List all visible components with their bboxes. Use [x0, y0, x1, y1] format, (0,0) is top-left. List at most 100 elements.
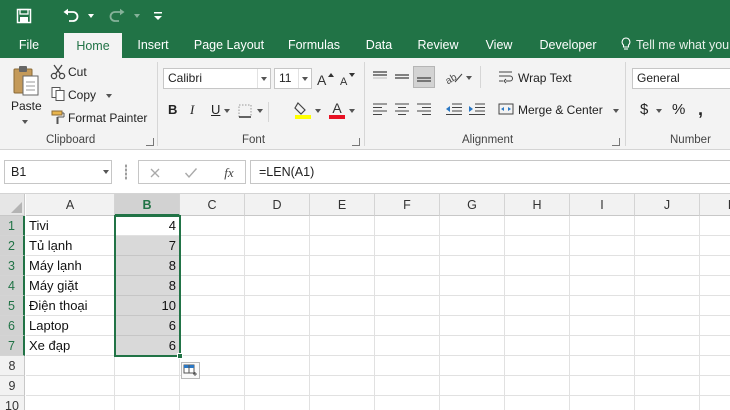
underline-button[interactable]: U — [211, 102, 220, 117]
cell-c1[interactable] — [180, 216, 245, 236]
cell-i5[interactable] — [570, 296, 635, 316]
cell-a2[interactable]: Tủ lạnh — [26, 236, 115, 256]
cell-d7[interactable] — [245, 336, 310, 356]
cell-g6[interactable] — [440, 316, 505, 336]
fill-color-button[interactable] — [293, 100, 313, 120]
cell-d4[interactable] — [245, 276, 310, 296]
paste-button[interactable] — [8, 62, 44, 98]
align-right-button[interactable] — [415, 100, 433, 118]
bold-button[interactable]: B — [168, 102, 177, 117]
cell-e1[interactable] — [310, 216, 375, 236]
cell-b4[interactable]: 8 — [115, 276, 180, 296]
cell-f7[interactable] — [375, 336, 440, 356]
cell-f8[interactable] — [375, 356, 440, 376]
cell-e10[interactable] — [310, 396, 375, 410]
chevron-down-icon[interactable] — [257, 109, 263, 113]
wrap-text-button[interactable]: Wrap Text — [518, 71, 572, 85]
cell-c2[interactable] — [180, 236, 245, 256]
cell-e7[interactable] — [310, 336, 375, 356]
cell-b7[interactable]: 6 — [115, 336, 180, 356]
cell-g9[interactable] — [440, 376, 505, 396]
cell-j2[interactable] — [635, 236, 700, 256]
cell-i8[interactable] — [570, 356, 635, 376]
cell-d5[interactable] — [245, 296, 310, 316]
cell-c4[interactable] — [180, 276, 245, 296]
cell-i3[interactable] — [570, 256, 635, 276]
cell-j1[interactable] — [635, 216, 700, 236]
cell-f10[interactable] — [375, 396, 440, 410]
tab-data[interactable]: Data — [356, 32, 402, 58]
cell-g8[interactable] — [440, 356, 505, 376]
fill-handle[interactable] — [177, 353, 183, 359]
cell-b6[interactable]: 6 — [115, 316, 180, 336]
tab-insert[interactable]: Insert — [128, 32, 178, 58]
row-header[interactable]: 3 — [0, 256, 25, 276]
font-size-select[interactable]: 11 — [274, 68, 312, 89]
cell-k4[interactable] — [700, 276, 730, 296]
cell-h7[interactable] — [505, 336, 570, 356]
chevron-down-icon[interactable] — [22, 120, 28, 124]
cell-i7[interactable] — [570, 336, 635, 356]
cell-b5[interactable]: 10 — [115, 296, 180, 316]
cell-k3[interactable] — [700, 256, 730, 276]
tab-developer[interactable]: Developer — [530, 32, 606, 58]
clipboard-launcher-icon[interactable] — [146, 138, 154, 146]
cell-h6[interactable] — [505, 316, 570, 336]
insert-function-button[interactable]: fx — [219, 164, 239, 182]
cell-j7[interactable] — [635, 336, 700, 356]
column-header-f[interactable]: F — [375, 194, 440, 216]
row-header[interactable]: 6 — [0, 316, 25, 336]
cell-c6[interactable] — [180, 316, 245, 336]
name-box[interactable]: B1 — [4, 160, 112, 184]
cell-c7[interactable] — [180, 336, 245, 356]
select-all-corner[interactable] — [0, 194, 25, 216]
decrease-indent-button[interactable] — [444, 100, 464, 118]
redo-button[interactable] — [104, 4, 130, 28]
cell-h4[interactable] — [505, 276, 570, 296]
cell-g10[interactable] — [440, 396, 505, 410]
cell-j3[interactable] — [635, 256, 700, 276]
tab-file[interactable]: File — [8, 32, 50, 58]
row-header[interactable]: 9 — [0, 376, 25, 396]
percent-button[interactable]: % — [672, 101, 685, 118]
row-header[interactable]: 10 — [0, 396, 25, 410]
currency-button[interactable]: $ — [640, 101, 648, 118]
cell-g2[interactable] — [440, 236, 505, 256]
top-align-button[interactable] — [371, 68, 389, 86]
cell-a6[interactable]: Laptop — [26, 316, 115, 336]
cell-h5[interactable] — [505, 296, 570, 316]
cell-b8[interactable] — [115, 356, 180, 376]
cell-e4[interactable] — [310, 276, 375, 296]
cell-h1[interactable] — [505, 216, 570, 236]
undo-dropdown[interactable] — [86, 4, 96, 28]
cancel-button[interactable] — [147, 165, 163, 181]
cell-b2[interactable]: 7 — [115, 236, 180, 256]
copy-icon[interactable] — [50, 86, 66, 102]
save-button[interactable] — [12, 4, 36, 28]
cell-a1[interactable]: Tivi — [26, 216, 115, 236]
cell-i10[interactable] — [570, 396, 635, 410]
cell-k9[interactable] — [700, 376, 730, 396]
column-header-j[interactable]: J — [635, 194, 700, 216]
column-header-b[interactable]: B — [115, 194, 180, 216]
cell-j10[interactable] — [635, 396, 700, 410]
cell-a9[interactable] — [26, 376, 115, 396]
chevron-down-icon[interactable] — [106, 94, 112, 98]
cell-h3[interactable] — [505, 256, 570, 276]
cell-d3[interactable] — [245, 256, 310, 276]
chevron-down-icon[interactable] — [656, 109, 662, 113]
cell-a8[interactable] — [26, 356, 115, 376]
decrease-font-size-button[interactable]: A — [338, 70, 356, 88]
cell-d6[interactable] — [245, 316, 310, 336]
cell-h9[interactable] — [505, 376, 570, 396]
font-color-button[interactable]: A — [327, 100, 347, 120]
bottom-align-button[interactable] — [413, 66, 435, 88]
redo-dropdown[interactable] — [132, 4, 142, 28]
cut-icon[interactable] — [50, 64, 66, 80]
cell-g7[interactable] — [440, 336, 505, 356]
cell-c3[interactable] — [180, 256, 245, 276]
column-header-a[interactable]: A — [26, 194, 115, 216]
font-name-select[interactable]: Calibri — [163, 68, 271, 89]
cell-a3[interactable]: Máy lạnh — [26, 256, 115, 276]
cell-e5[interactable] — [310, 296, 375, 316]
